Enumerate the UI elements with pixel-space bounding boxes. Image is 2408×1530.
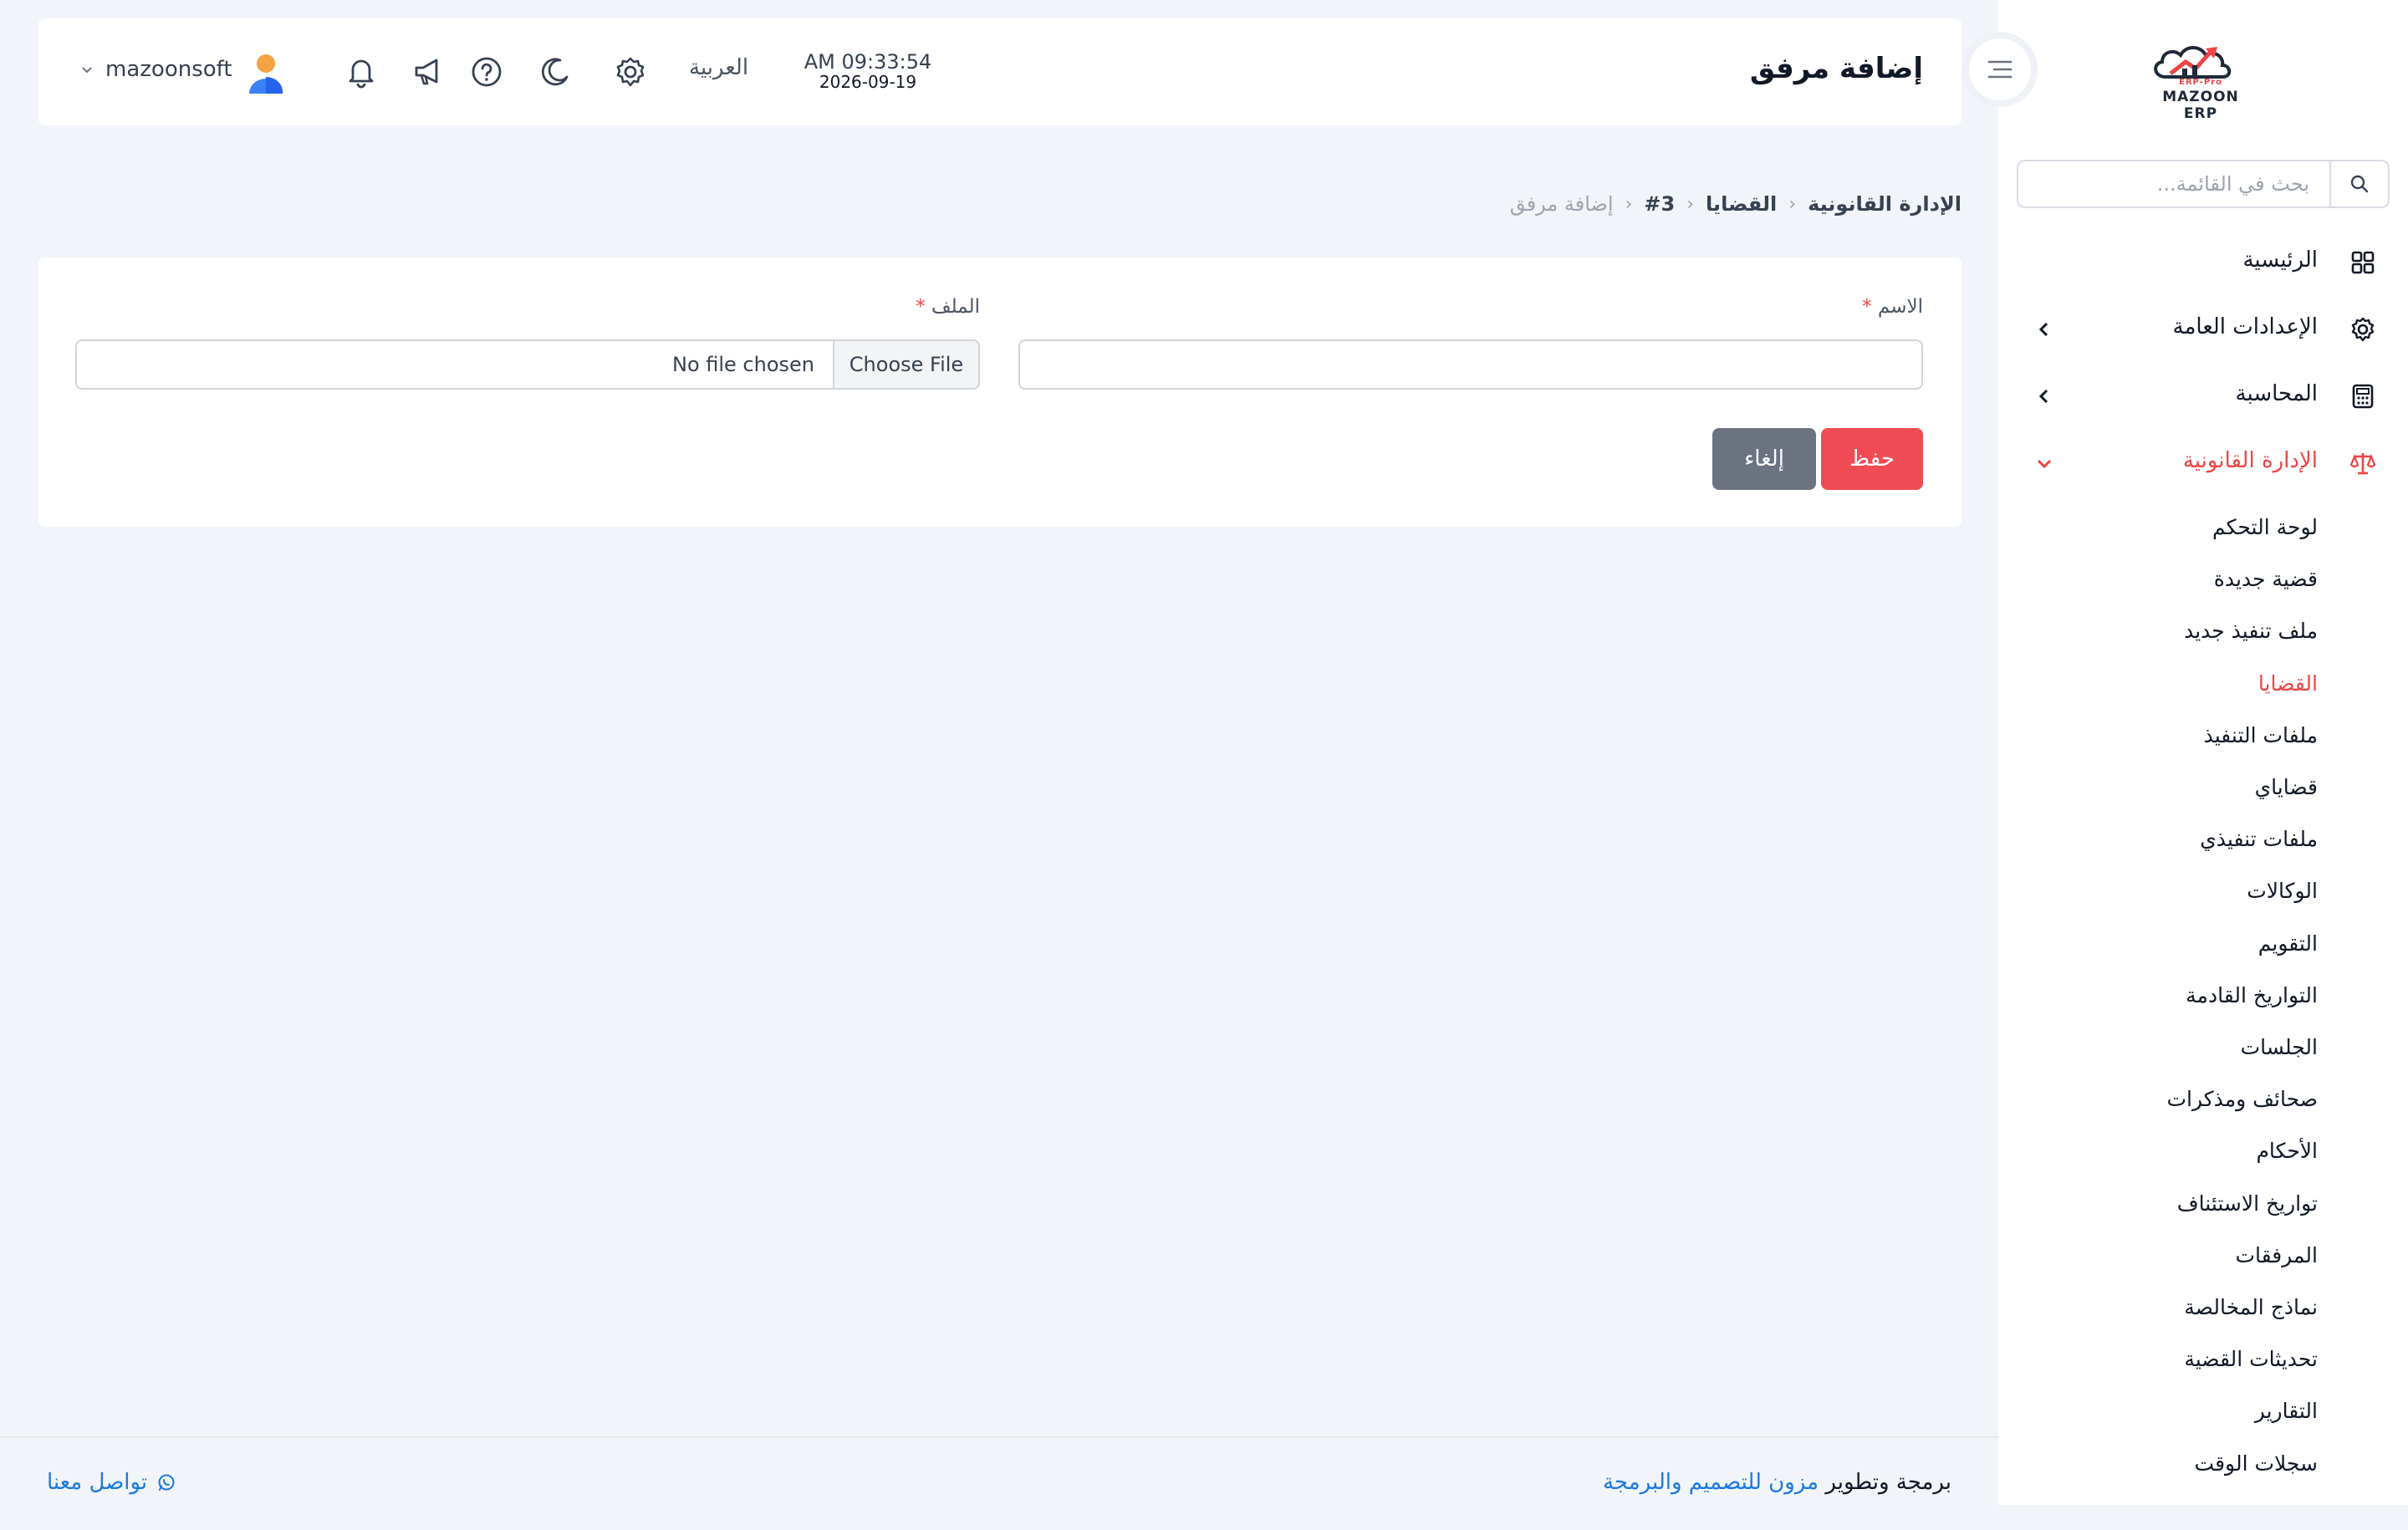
chevron-left-icon (2035, 320, 2053, 339)
clock-time: AM 09:33:54 (804, 50, 932, 74)
sidebar-item-label: الإدارة القانونية (2182, 448, 2318, 473)
top-header: إضافة مرفق AM 09:33:54 2026-09-19 العربي… (38, 18, 1962, 125)
username: mazoonsoft (105, 57, 232, 82)
user-avatar[interactable] (246, 52, 286, 95)
sidebar-item-label: الإعدادات العامة (2172, 314, 2318, 339)
cancel-button[interactable]: إلغاء (1712, 428, 1816, 490)
sidebar-item-legal-management[interactable]: الإدارة القانونية (1998, 436, 2408, 490)
sidebar-sub-item[interactable]: ملف تنفيذ جديد (2184, 619, 2318, 643)
clock: AM 09:33:54 2026-09-19 (793, 50, 943, 92)
sidebar-sub-item[interactable]: قضاياي (2255, 775, 2318, 799)
footer-credit: برمجة وتطوير مزون للتصميم والبرمجة (1603, 1470, 1951, 1495)
gear-icon (2349, 316, 2376, 343)
footer: برمجة وتطوير مزون للتصميم والبرمجة تواصل… (0, 1436, 1998, 1530)
sidebar-search-input[interactable] (2018, 172, 2329, 196)
chevron-left-icon (2035, 387, 2053, 405)
breadcrumb: الإدارة القانونية ‹ القضايا ‹ #3 ‹ إضافة… (1510, 192, 1962, 216)
sidebar-item-label: المحاسبة (2235, 381, 2318, 406)
breadcrumb-item-cases[interactable]: القضايا (1706, 192, 1777, 216)
grid-icon (2349, 249, 2376, 276)
dark-mode-moon-icon[interactable] (538, 55, 572, 89)
sidebar-sub-item[interactable]: الجلسات (2241, 1035, 2318, 1059)
file-label-text: الملف (931, 296, 980, 318)
name-input[interactable] (1018, 339, 1923, 390)
sidebar-sub-item[interactable]: القضايا (2258, 671, 2318, 696)
whatsapp-icon (158, 1474, 175, 1491)
sidebar-sub-item[interactable]: قضية جديدة (2214, 567, 2318, 591)
breadcrumb-current: إضافة مرفق (1509, 192, 1614, 216)
sidebar-sub-item[interactable]: التقارير (2255, 1399, 2318, 1423)
sidebar-sub-item[interactable]: صحائف ومذكرات (2166, 1087, 2318, 1111)
sidebar-sub-item[interactable]: تواريخ الاستئناف (2177, 1191, 2318, 1216)
sidebar-sub-item[interactable]: سجلات الوقت (2195, 1451, 2318, 1476)
clock-date: 2026-09-19 (819, 72, 917, 92)
name-field-label: الاسم * (1862, 296, 1923, 318)
help-icon[interactable] (470, 55, 503, 89)
sidebar-sub-item[interactable]: المرفقات (2235, 1243, 2318, 1267)
sidebar-item-label: الرئيسية (2242, 247, 2318, 273)
sidebar-sub-item[interactable]: ملفات تنفيذي (2200, 827, 2318, 851)
save-button[interactable]: حفظ (1821, 428, 1923, 490)
chevron-left-icon: ‹ (1625, 193, 1633, 215)
file-field-label: الملف * (916, 296, 980, 318)
attachment-form-card: الاسم * الملف * Choose File No file chos… (38, 258, 1962, 527)
name-label-text: الاسم (1877, 296, 1923, 318)
file-status: No file chosen (671, 353, 814, 376)
required-mark: * (1862, 296, 1872, 318)
calculator-icon (2349, 383, 2376, 410)
sidebar-sub-item[interactable]: التقويم (2258, 931, 2318, 956)
contact-label: تواصل معنا (47, 1470, 148, 1495)
sidebar-item-accounting[interactable]: المحاسبة (1998, 370, 2408, 423)
logo-text: MAZOON ERP (2162, 89, 2239, 122)
sidebar-sub-item[interactable]: نماذج المخالصة (2184, 1295, 2318, 1319)
menu-toggle-button[interactable] (1962, 32, 2038, 107)
notification-bell-icon[interactable] (344, 55, 378, 89)
menu-lines-icon (1987, 60, 2013, 79)
chevron-left-icon: ‹ (1788, 193, 1797, 215)
sidebar-sub-item[interactable]: تحديثات القضية (2184, 1347, 2318, 1371)
sidebar-sub-item[interactable]: لوحة التحكم (2212, 515, 2318, 539)
breadcrumb-item-case-number[interactable]: #3 (1644, 192, 1675, 216)
chevron-down-icon (82, 67, 92, 74)
chevron-left-icon: ‹ (1686, 193, 1695, 215)
app-logo[interactable]: ERP-Pro MAZOON ERP (2145, 37, 2256, 122)
language-switcher[interactable]: العربية (689, 55, 748, 80)
sidebar-sub-item[interactable]: التواريخ القادمة (2186, 983, 2318, 1007)
chevron-down-icon (2035, 454, 2053, 472)
megaphone-icon[interactable] (411, 55, 445, 89)
breadcrumb-item-legal[interactable]: الإدارة القانونية (1808, 192, 1962, 216)
required-mark: * (916, 296, 926, 318)
logo-tagline: ERP-Pro (2179, 78, 2222, 87)
user-menu[interactable]: mazoonsoft (80, 57, 232, 82)
contact-us-link[interactable]: تواصل معنا (47, 1470, 176, 1495)
scale-icon (2349, 450, 2376, 477)
search-icon[interactable] (2329, 161, 2388, 207)
sidebar-sub-item[interactable]: الوكالات (2247, 879, 2318, 903)
sidebar-item-general-settings[interactable]: الإعدادات العامة (1998, 303, 2408, 356)
sidebar-sub-item[interactable]: الأحكام (2256, 1139, 2318, 1163)
sidebar-sub-item[interactable]: ملفات التنفيذ (2204, 723, 2318, 747)
credit-link[interactable]: مزون للتصميم والبرمجة (1603, 1470, 1819, 1495)
settings-gear-icon[interactable] (614, 55, 647, 89)
page-title: إضافة مرفق (1749, 52, 1923, 85)
credit-prefix: برمجة وتطوير (1825, 1470, 1951, 1495)
choose-file-button[interactable]: Choose File (833, 341, 978, 388)
sidebar-item-home[interactable]: الرئيسية (1998, 236, 2408, 289)
sidebar: ERP-Pro MAZOON ERP الرئيسية (1998, 0, 2408, 1505)
file-input[interactable]: Choose File No file chosen (75, 339, 980, 390)
sidebar-search (2017, 160, 2390, 208)
